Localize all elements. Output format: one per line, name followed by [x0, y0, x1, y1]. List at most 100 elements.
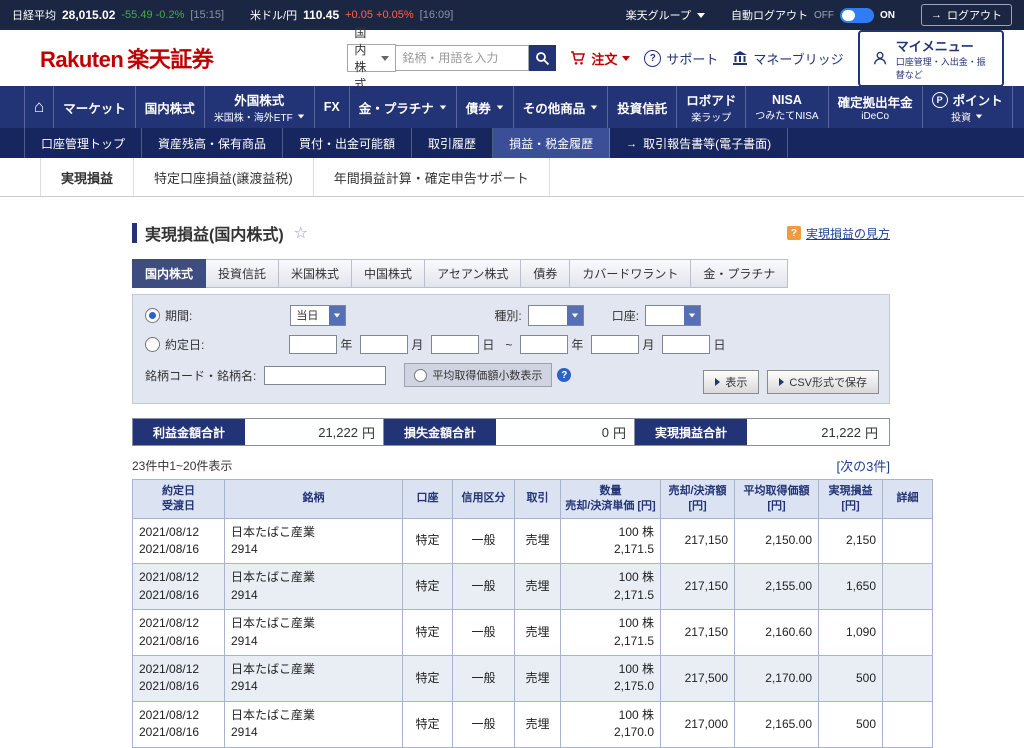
caret-down-icon: [298, 115, 304, 119]
arrow-right-icon: [626, 136, 637, 150]
to-year-input[interactable]: [520, 335, 568, 354]
main-content: 実現損益(国内株式) 実現損益の見方 国内株式 投資信託 米国株式 中国株式 ア…: [132, 221, 890, 748]
nav-point-investment[interactable]: ポイント 投資: [923, 86, 1013, 128]
trade-date-radio[interactable]: [145, 337, 160, 352]
nav-roboad[interactable]: ロボアド 楽ラップ: [677, 86, 746, 128]
ptab-domestic-stock[interactable]: 国内株式: [132, 259, 206, 288]
table-row: 2021/08/122021/08/16 日本たばこ産業2914 特定 一般 売…: [133, 656, 933, 702]
csv-save-button[interactable]: CSV形式で保存: [767, 370, 879, 394]
subnav-balance[interactable]: 資産残高・保有商品: [142, 128, 283, 158]
type-label: 種別:: [494, 307, 521, 324]
toggle-knob-icon: [842, 10, 855, 21]
nav-sublabel: 楽ラップ: [691, 109, 731, 124]
search-category-select[interactable]: 国内株式: [347, 44, 396, 72]
nav-ideco[interactable]: 確定拠出年金 iDeCo: [829, 86, 923, 128]
realized-pl-table: 約定日受渡日 銘柄 口座 信用区分 取引 数量売却/決済単価 [円] 売却/決済…: [132, 479, 933, 748]
help-link[interactable]: 実現損益の見方: [787, 225, 890, 242]
avg-price-decimal-toggle[interactable]: 平均取得価額小数表示: [404, 363, 552, 387]
from-month-input[interactable]: [360, 335, 408, 354]
nav-other-products[interactable]: その他商品: [514, 86, 609, 128]
logo-jp: 楽天証券: [127, 47, 213, 72]
qty-cell: 100 株2,170.0: [561, 701, 661, 747]
ptab-bonds[interactable]: 債券: [521, 259, 570, 288]
auto-logout-toggle[interactable]: [840, 8, 874, 23]
moneybridge-link[interactable]: マネーブリッジ: [732, 49, 843, 68]
logout-button[interactable]: ログアウト: [921, 4, 1012, 26]
loss-amount: 0: [602, 425, 609, 440]
ptab-gold-platinum[interactable]: 金・プラチナ: [691, 259, 788, 288]
qty-cell: 100 株2,171.5: [561, 518, 661, 564]
avg-toggle-help-icon[interactable]: [557, 368, 571, 382]
nav-bonds[interactable]: 債券: [457, 86, 514, 128]
period-radio[interactable]: [145, 308, 160, 323]
tab-annual-pl-taxreturn[interactable]: 年間損益計算・確定申告サポート: [314, 158, 550, 196]
ptab-covered-warrant[interactable]: カバードワラント: [570, 259, 691, 288]
subnav-pl-tax-history[interactable]: 損益・税金履歴: [493, 128, 610, 158]
ptab-asean-stock[interactable]: アセアン株式: [425, 259, 521, 288]
to-day-input[interactable]: [662, 335, 710, 354]
pagination-info: 23件中1~20件表示: [132, 457, 232, 474]
nikkei-label: 日経平均: [12, 7, 56, 23]
rakuten-group-menu[interactable]: 楽天グループ: [626, 7, 705, 23]
trade-cell: 売埋: [515, 564, 561, 610]
stock-cell: 日本たばこ産業2914: [225, 701, 403, 747]
type-select[interactable]: [528, 305, 584, 326]
search-input[interactable]: [396, 45, 529, 71]
detail-cell: [883, 656, 933, 702]
bank-icon: [732, 51, 748, 65]
nikkei-time: [15:15]: [190, 9, 224, 21]
subnav-account-top[interactable]: 口座管理トップ: [24, 128, 142, 158]
to-month-input[interactable]: [591, 335, 639, 354]
subnav-trade-history[interactable]: 取引履歴: [412, 128, 493, 158]
pl-cell: 500: [819, 656, 883, 702]
support-menu[interactable]: サポート: [644, 49, 718, 68]
ptab-china-stock[interactable]: 中国株式: [352, 259, 425, 288]
nav-gold-platinum[interactable]: 金・プラチナ: [350, 86, 457, 128]
play-icon: [715, 378, 720, 386]
stock-cell: 日本たばこ産業2914: [225, 656, 403, 702]
order-label: 注文: [591, 49, 617, 68]
tab-specific-account-pl[interactable]: 特定口座損益(譲渡益税): [134, 158, 314, 196]
nav-foreign-stock[interactable]: 外国株式 米国株・海外ETF: [205, 86, 315, 128]
realized-pl-total-label: 実現損益合計: [635, 419, 747, 445]
ptab-label: 国内株式: [145, 267, 193, 281]
from-year-input[interactable]: [289, 335, 337, 354]
help-link-label: 実現損益の見方: [806, 225, 890, 242]
pl-cell: 1,650: [819, 564, 883, 610]
nav-nisa[interactable]: NISA つみたてNISA: [746, 86, 828, 128]
usdjpy-change: +0.05 +0.05%: [345, 9, 414, 21]
next-page-link[interactable]: [次の3件]: [837, 456, 890, 475]
moneybridge-label: マネーブリッジ: [753, 49, 843, 68]
from-day-input[interactable]: [431, 335, 479, 354]
subnav-buying-power[interactable]: 買付・出金可能額: [283, 128, 412, 158]
ptab-us-stock[interactable]: 米国株式: [279, 259, 352, 288]
home-icon: [34, 97, 44, 117]
favorite-star-icon[interactable]: [294, 223, 308, 243]
nav-market[interactable]: マーケット: [54, 86, 136, 128]
yen-unit: 円: [362, 423, 375, 442]
ptab-investment-trust[interactable]: 投資信託: [206, 259, 279, 288]
date-cell: 2021/08/122021/08/16: [133, 564, 225, 610]
trade-cell: 売埋: [515, 701, 561, 747]
nav-domestic-stock[interactable]: 国内株式: [136, 86, 205, 128]
pl-cell: 1,090: [819, 610, 883, 656]
subnav-trade-reports[interactable]: 取引報告書等(電子書面): [610, 128, 788, 158]
search-button[interactable]: [529, 45, 556, 71]
nav-home[interactable]: [24, 86, 54, 128]
col-pl: 実現損益[円]: [819, 480, 883, 519]
order-menu[interactable]: 注文: [570, 49, 630, 68]
col-amount: 売却/決済額[円]: [661, 480, 735, 519]
show-button[interactable]: 表示: [703, 370, 759, 394]
stock-code-name-input[interactable]: [264, 366, 386, 385]
nav-investment-trust[interactable]: 投資信託: [608, 86, 677, 128]
period-select[interactable]: 当日: [290, 305, 346, 326]
my-menu-button[interactable]: マイメニュー 口座管理・入出金・振替など: [858, 30, 1004, 87]
avg-cell: 2,165.00: [735, 701, 819, 747]
nav-label: 債券: [466, 98, 491, 117]
rakuten-securities-logo[interactable]: Rakuten楽天証券: [40, 42, 213, 74]
title-accent-bar: [132, 223, 137, 243]
profit-total-value: 21,222 円: [245, 419, 384, 445]
nav-fx[interactable]: FX: [315, 86, 350, 128]
tab-realized-pl[interactable]: 実現損益: [40, 158, 134, 196]
account-select[interactable]: [645, 305, 701, 326]
